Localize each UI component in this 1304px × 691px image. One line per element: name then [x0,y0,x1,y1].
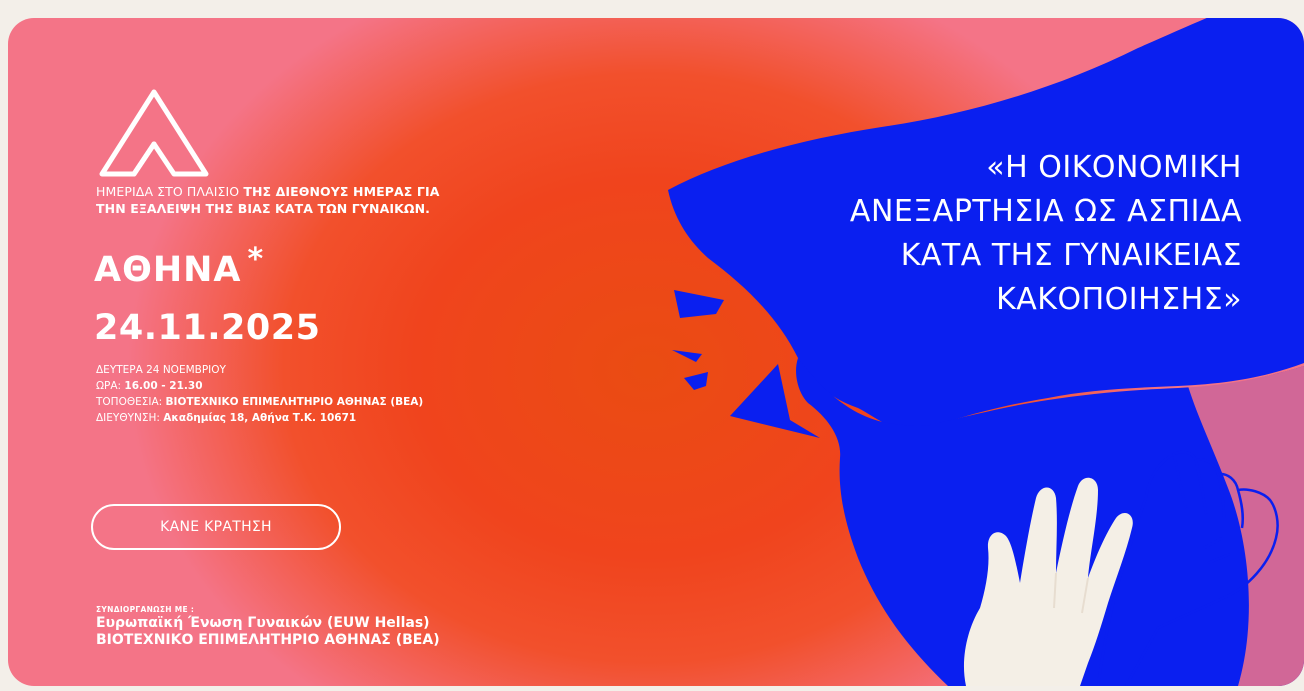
coorganizers: ΣΥΝΔΙΟΡΓΑΝΩΣΗ ΜΕ : Ευρωπαϊκή Ένωση Γυναι… [96,604,440,649]
intro-text-regular: ΗΜΕΡΙΔΑ ΣΤΟ ΠΛΑΙΣΙΟ [96,184,244,199]
event-day: ΔΕΥΤΕΡΑ 24 ΝΟΕΜΒΡΙΟΥ [96,364,226,376]
headline: «Η ΟΙΚΟΝΟΜΙΚΗ ΑΝΕΞΑΡΤΗΣΙΑ ΩΣ ΑΣΠΙΔΑ ΚΑΤΑ… [628,146,1242,322]
headline-line: ΑΝΕΞΑΡΤΗΣΙΑ ΩΣ ΑΣΠΙΔΑ [849,194,1242,229]
nose-shape [672,350,702,362]
triangle-logo-icon [99,89,209,177]
event-date: 24.11.2025 [94,308,321,348]
asterisk-icon: * [247,242,265,277]
time-label: ΩΡΑ: [96,380,125,392]
event-intro: ΗΜΕΡΙΔΑ ΣΤΟ ΠΛΑΙΣΙΟ ΤΗΣ ΔΙΕΘΝΟΥΣ ΗΜΕΡΑΣ … [96,183,566,217]
event-banner: ΗΜΕΡΙΔΑ ΣΤΟ ΠΛΑΙΣΙΟ ΤΗΣ ΔΙΕΘΝΟΥΣ ΗΜΕΡΑΣ … [8,18,1304,686]
intro-text-bold-line2: ΤΗΝ ΕΞΑΛΕΙΨΗ ΤΗΣ ΒΙΑΣ ΚΑΤΑ ΤΩΝ ΓΥΝΑΙΚΩΝ. [96,201,431,216]
headline-line: ΚΑΚΟΠΟΙΗΣΗΣ» [996,282,1242,317]
location-label: ΤΟΠΟΘΕΣΙΑ: [96,396,166,408]
coorganizer-item: Ευρωπαϊκή Ένωση Γυναικών (EUW Hellas) [96,615,430,631]
event-time: ΩΡΑ: 16.00 - 21.30 [96,378,423,394]
headline-line: ΚΑΤΑ ΤΗΣ ΓΥΝΑΙΚΕΙΑΣ [900,238,1242,273]
mouth-shape [684,372,708,390]
headline-line: «Η ΟΙΚΟΝΟΜΙΚΗ [986,150,1242,185]
address-value: Ακαδημίας 18, Αθήνα Τ.Κ. 10671 [163,412,357,424]
location-value: ΒΙΟΤΕΧΝΙΚΟ ΕΠΙΜΕΛΗΤΗΡΙΟ ΑΘΗΝΑΣ (ΒΕΑ) [165,396,424,408]
event-city: ΑΘΗΝΑ * [94,242,264,290]
coorganizer-item: ΒΙΟΤΕΧΝΙΚΟ ΕΠΙΜΕΛΗΤΗΡΙΟ ΑΘΗΝΑΣ (ΒΕΑ) [96,632,440,648]
event-details: ΔΕΥΤΕΡΑ 24 ΝΟΕΜΒΡΙΟΥ ΩΡΑ: 16.00 - 21.30 … [96,362,423,426]
address-label: ΔΙΕΥΘΥΝΣΗ: [96,412,164,424]
event-address: ΔΙΕΥΘΥΝΣΗ: Ακαδημίας 18, Αθήνα Τ.Κ. 1067… [96,410,423,426]
coorganizers-label: ΣΥΝΔΙΟΡΓΑΝΩΣΗ ΜΕ : [96,605,195,614]
time-value: 16.00 - 21.30 [124,380,203,392]
book-now-button[interactable]: ΚΑΝΕ ΚΡΑΤΗΣΗ [91,504,341,550]
city-name: ΑΘΗΝΑ [94,250,242,290]
intro-text-bold: ΤΗΣ ΔΙΕΘΝΟΥΣ ΗΜΕΡΑΣ ΓΙΑ [243,184,440,199]
event-location: ΤΟΠΟΘΕΣΙΑ: ΒΙΟΤΕΧΝΙΚΟ ΕΠΙΜΕΛΗΤΗΡΙΟ ΑΘΗΝΑ… [96,394,423,410]
